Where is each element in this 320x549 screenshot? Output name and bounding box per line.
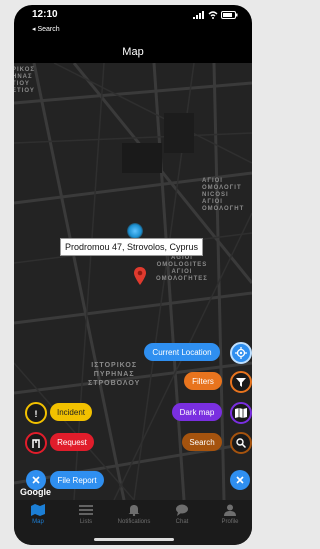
filter-icon[interactable] xyxy=(230,371,252,393)
request-button[interactable]: Request xyxy=(50,433,94,451)
tab-chat-label: Chat xyxy=(175,519,189,525)
map-label-top-left: ΡΙΚΟΣ ΗΝΑΣ ΤΙΟΥ ΕΤΙΟΥ xyxy=(14,67,35,94)
battery-icon xyxy=(221,11,238,19)
tab-profile-label: Profile xyxy=(221,519,239,525)
status-bar: 12:10 ◂ Search xyxy=(14,5,252,39)
address-callout[interactable]: Prodromou 47, Strovolos, Cyprus xyxy=(60,238,204,256)
phone-screen: 12:10 ◂ Search Map ΡΙΚΟΣ ΗΝΑΣ ΙΟΥ ΕΤΙΟΥ … xyxy=(14,5,252,545)
status-icons xyxy=(193,11,238,19)
wifi-icon xyxy=(208,11,218,19)
chat-tab-icon xyxy=(176,504,188,516)
bell-tab-icon xyxy=(128,505,140,516)
map-label-right: ΑΓΙΟΙ ΟΜΟΛΟΓΙΤ NICOSI ΑΓΙΟΙ ΟΜΟΛΟΓΗΤ xyxy=(202,178,245,212)
back-to-search-link[interactable]: ◂ Search xyxy=(32,25,60,33)
page-title: Map xyxy=(122,46,144,58)
file-report-button[interactable]: File Report xyxy=(50,471,104,489)
close-right-icon[interactable] xyxy=(230,470,250,490)
dark-map-button[interactable]: Dark map xyxy=(172,403,222,421)
incident-icon[interactable]: ! xyxy=(25,402,47,424)
map-view[interactable]: ΡΙΚΟΣ ΗΝΑΣ ΤΙΟΥ ΕΤΙΟΥ ΑΓΙΟΙ ΟΜΟΛΟΓΙΤ NIC… xyxy=(14,63,252,500)
tab-notifications[interactable]: Notifications xyxy=(112,504,156,525)
home-indicator xyxy=(94,538,174,541)
tab-map[interactable]: Map xyxy=(16,504,60,525)
map-style-icon[interactable] xyxy=(230,402,252,424)
tab-lists-label: Lists xyxy=(79,519,93,525)
map-label-bottom: ΙΣΤΟΡΙΚΟΣ ΠΥΡΗΝΑΣ ΣΤΡΟΒΟΛΟΥ xyxy=(88,362,141,387)
tab-lists[interactable]: Lists xyxy=(64,504,108,525)
google-logo: Google xyxy=(20,487,51,497)
tab-notifications-label: Notifications xyxy=(117,519,151,525)
map-label-center: AGIOI OMOLOGITES ΑΓΙΟΙ ΟΜΟΛΟΓΗΤΕΣ xyxy=(156,255,208,282)
incident-button[interactable]: Incident xyxy=(50,403,92,421)
status-time: 12:10 xyxy=(32,9,58,20)
tab-map-label: Map xyxy=(32,519,44,525)
svg-text:!: ! xyxy=(35,409,38,418)
filters-button[interactable]: Filters xyxy=(184,372,222,390)
tab-profile[interactable]: Profile xyxy=(208,504,252,525)
search-icon[interactable] xyxy=(230,432,252,454)
request-icon[interactable] xyxy=(25,432,47,454)
tab-chat[interactable]: Chat xyxy=(160,504,204,525)
list-tab-icon xyxy=(79,505,93,515)
search-button[interactable]: Search xyxy=(182,433,222,451)
current-location-button[interactable]: Current Location xyxy=(144,343,220,361)
profile-tab-icon xyxy=(224,504,236,516)
location-pin-icon[interactable] xyxy=(134,267,146,285)
current-location-icon[interactable] xyxy=(230,342,252,364)
map-tab-icon xyxy=(31,504,45,516)
current-location-dot xyxy=(127,223,143,239)
cellular-signal-icon xyxy=(193,11,204,19)
